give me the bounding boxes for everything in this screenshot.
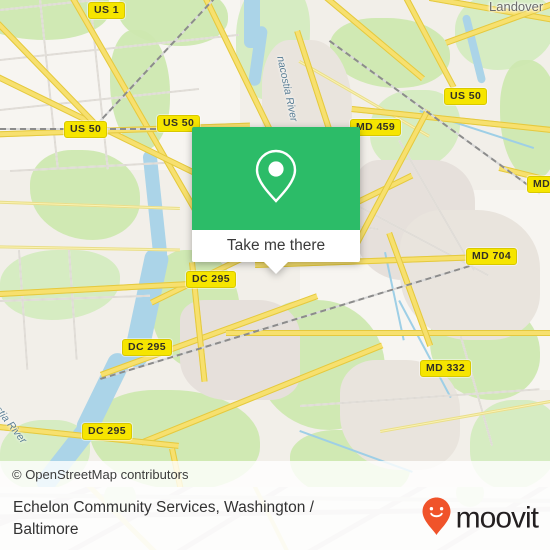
- osm-attribution: © OpenStreetMap contributors: [0, 461, 550, 487]
- popup-pointer-tail: [263, 261, 289, 274]
- map-residential: [340, 360, 460, 470]
- popup-footer[interactable]: Take me there: [192, 230, 360, 274]
- road-shield: US 50: [444, 88, 488, 105]
- footer-place-title: Echelon Community Services, Washington /…: [13, 498, 314, 538]
- popup-header: [192, 127, 360, 230]
- map-motorway: [226, 330, 550, 336]
- road-shield: DC 295: [82, 423, 133, 440]
- moovit-logo[interactable]: moovit: [421, 496, 539, 541]
- moovit-wordmark: moovit: [455, 501, 539, 535]
- map-park: [500, 60, 550, 180]
- map-place-label: Landover: [489, 0, 544, 14]
- road-shield: US 50: [64, 121, 108, 138]
- footer-bar: Echelon Community Services, Washington /…: [0, 487, 550, 550]
- map-pin-icon: [253, 147, 299, 210]
- road-shield: MD: [527, 176, 550, 193]
- location-popup-card[interactable]: Take me there: [192, 127, 360, 274]
- take-me-there-label: Take me there: [226, 237, 326, 254]
- road-shield: US 1: [88, 2, 125, 19]
- road-shield: MD 704: [466, 248, 518, 265]
- road-shield: DC 295: [122, 339, 173, 356]
- road-shield: MD 332: [420, 360, 472, 377]
- moovit-pin-smiley-icon: [421, 496, 452, 541]
- road-shield: DC 295: [186, 271, 237, 288]
- osm-attribution-text: © OpenStreetMap contributors: [12, 466, 189, 482]
